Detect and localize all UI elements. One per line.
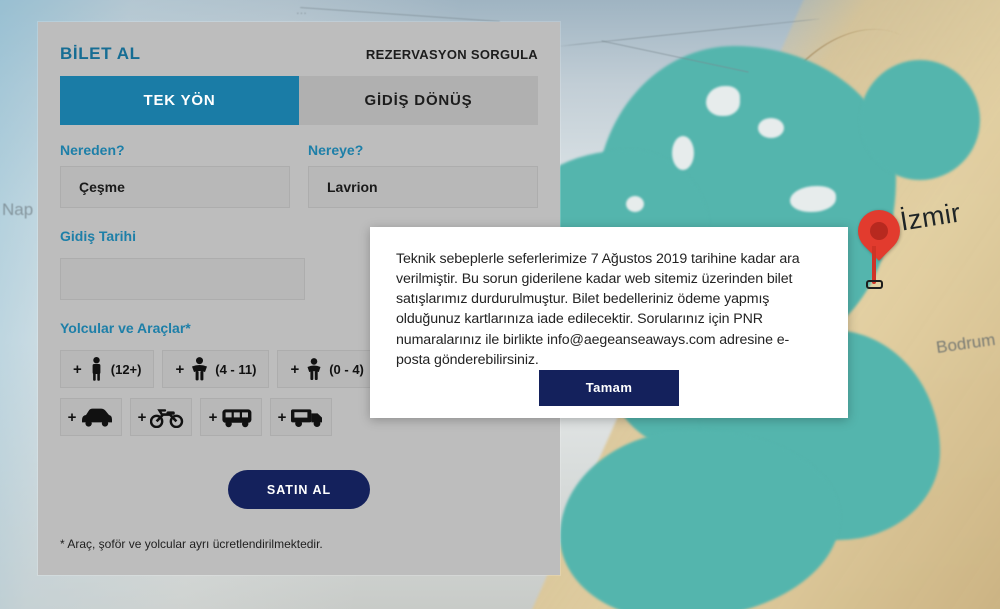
to-label: Nereye? [308,142,364,158]
plus-icon: + [73,360,82,378]
map-label-top: ... [296,2,307,17]
add-child-button[interactable]: + (4 - 11) [162,350,270,388]
child-icon [191,357,208,381]
plus-icon: + [175,360,185,378]
panel-header: BİLET AL REZERVASYON SORGULA [60,42,538,76]
map-border-line [560,18,820,47]
car-icon [80,407,114,427]
map-island [758,118,784,138]
notice-modal-confirm-button[interactable]: Tamam [539,369,679,406]
add-adult-button[interactable]: + (12+) [60,350,155,388]
page-root: Nap ... Bodrum İzmir BİLET AL REZERVASYO… [0,0,1000,609]
motorcycle-icon [150,407,184,428]
to-input[interactable]: Lavrion [308,166,538,208]
add-car-button[interactable]: + [60,398,122,436]
add-infant-button[interactable]: + (0 - 4) [277,350,377,388]
child-age-range: (4 - 11) [215,361,257,377]
plus-icon: + [290,360,300,378]
pin-stem [872,246,876,284]
map-label-naples: Nap [2,200,34,219]
plus-icon: + [67,408,77,426]
add-motorcycle-button[interactable]: + [130,398,192,436]
trip-type-tabs: TEK YÖN GİDİŞ DÖNÜŞ [60,76,538,125]
from-input[interactable]: Çeşme [60,166,290,208]
notice-modal-message: Teknik sebeplerle seferlerimize 7 Ağusto… [396,251,800,368]
plus-icon: + [208,408,218,426]
map-island [706,86,740,116]
pin-base [866,280,883,289]
map-island [626,196,644,212]
truck-icon [290,407,324,428]
plus-icon: + [137,408,147,426]
map-island [672,136,694,170]
map-pin-izmir [849,201,909,289]
map-sea-region [860,60,980,180]
tab-round-trip[interactable]: GİDİŞ DÖNÜŞ [299,76,538,125]
add-truck-button[interactable]: + [270,398,332,436]
adult-icon [89,357,104,381]
notice-modal-actions: Tamam [396,369,822,419]
reservation-query-link[interactable]: REZERVASYON SORGULA [366,47,538,62]
buy-button-row: SATIN AL [60,470,538,509]
plus-icon: + [277,408,287,426]
notice-modal: Teknik sebeplerle seferlerimize 7 Ağusto… [370,227,848,418]
buy-ticket-button[interactable]: SATIN AL [228,470,370,509]
from-label: Nereden? [60,142,125,158]
pricing-footnote: * Araç, şoför ve yolcular ayrı ücretlend… [60,537,323,551]
to-field-group: Nereye? Lavrion [308,142,538,208]
adult-age-range: (12+) [110,361,142,377]
tab-one-way[interactable]: TEK YÖN [60,76,299,125]
minibus-icon [221,407,253,428]
add-minibus-button[interactable]: + [200,398,262,436]
departure-date-input[interactable] [60,258,305,300]
map-border-line [300,7,500,22]
from-field-group: Nereden? Çeşme [60,142,290,208]
route-fields: Nereden? Çeşme Nereye? Lavrion [60,142,538,208]
page-title: BİLET AL [60,44,141,63]
infant-icon [306,357,322,381]
infant-age-range: (0 - 4) [329,361,364,377]
